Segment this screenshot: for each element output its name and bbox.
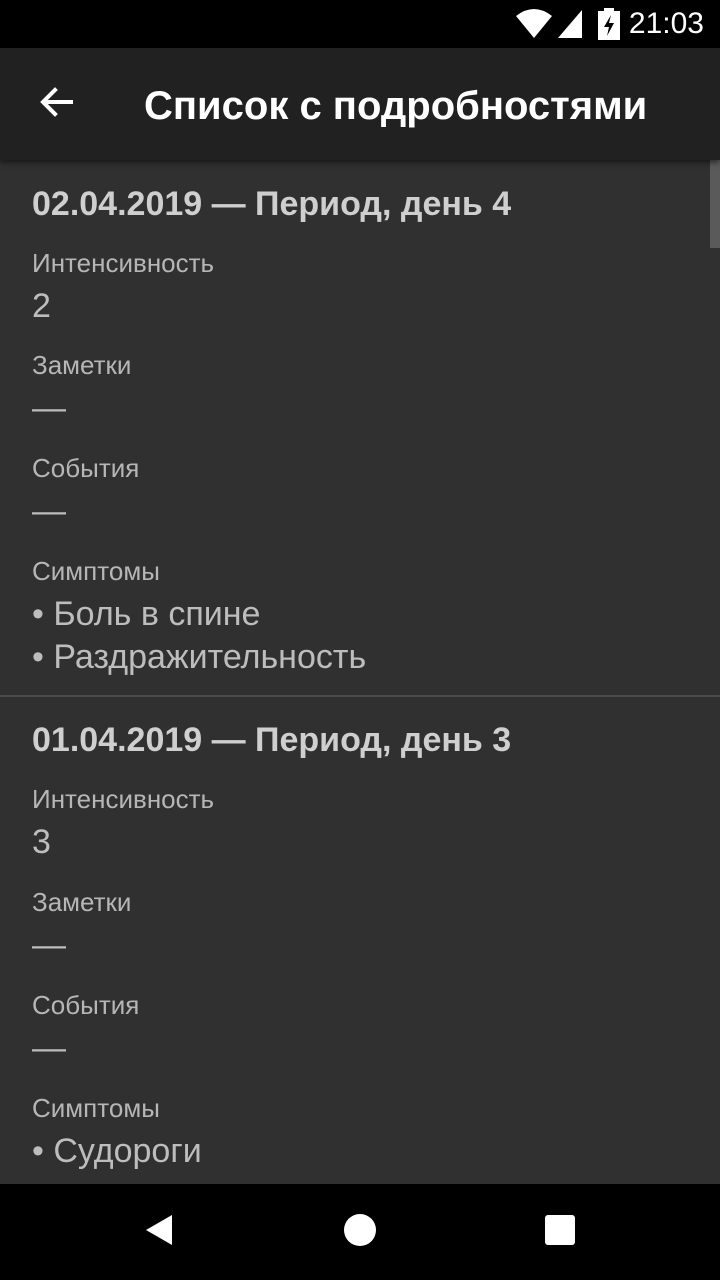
symptoms-label: Симптомы: [32, 556, 160, 586]
entry-title: 01.04.2019 — Период, день 3: [32, 721, 512, 759]
intensity-label: Интенсивность: [32, 784, 215, 814]
symptom-item: • Боль в спине: [32, 595, 261, 633]
navigation-bar: [0, 1184, 720, 1280]
home-circle-icon: [342, 1212, 378, 1253]
page-title: Список с подробностями: [144, 84, 648, 128]
recents-square-icon: [544, 1214, 576, 1251]
arrow-left-icon: [38, 84, 74, 125]
wifi-icon: [514, 8, 554, 45]
back-triangle-icon: [142, 1212, 178, 1253]
list-item: 02.04.2019 — Период, день 4 Интенсивност…: [0, 160, 720, 695]
notes-label: Заметки: [32, 887, 132, 917]
signal-icon: [556, 8, 584, 45]
app-toolbar: Список с подробностями: [0, 48, 720, 160]
back-button[interactable]: [28, 76, 84, 132]
list-item: 01.04.2019 — Период, день 3 Интенсивност…: [0, 697, 720, 1184]
nav-recents-button[interactable]: [528, 1200, 592, 1264]
events-value: —: [32, 492, 66, 530]
entry-title: 02.04.2019 — Период, день 4: [32, 185, 512, 223]
events-value: —: [32, 1029, 66, 1067]
intensity-value: 3: [32, 823, 51, 861]
clock-time: 21:03: [628, 7, 704, 40]
notes-value: —: [32, 389, 66, 427]
nav-home-button[interactable]: [328, 1200, 392, 1264]
details-list[interactable]: 02.04.2019 — Период, день 4 Интенсивност…: [0, 160, 720, 1184]
battery-charging-icon: [598, 8, 620, 45]
symptoms-label: Симптомы: [32, 1093, 160, 1123]
intensity-value: 2: [32, 287, 51, 325]
notes-value: —: [32, 926, 66, 964]
intensity-label: Интенсивность: [32, 248, 215, 278]
events-label: События: [32, 990, 140, 1020]
symptom-item: • Раздражительность: [32, 638, 367, 676]
status-bar: 21:03: [0, 0, 720, 48]
nav-back-button[interactable]: [128, 1200, 192, 1264]
events-label: События: [32, 453, 140, 483]
symptom-item: • Судороги: [32, 1132, 202, 1170]
notes-label: Заметки: [32, 350, 132, 380]
